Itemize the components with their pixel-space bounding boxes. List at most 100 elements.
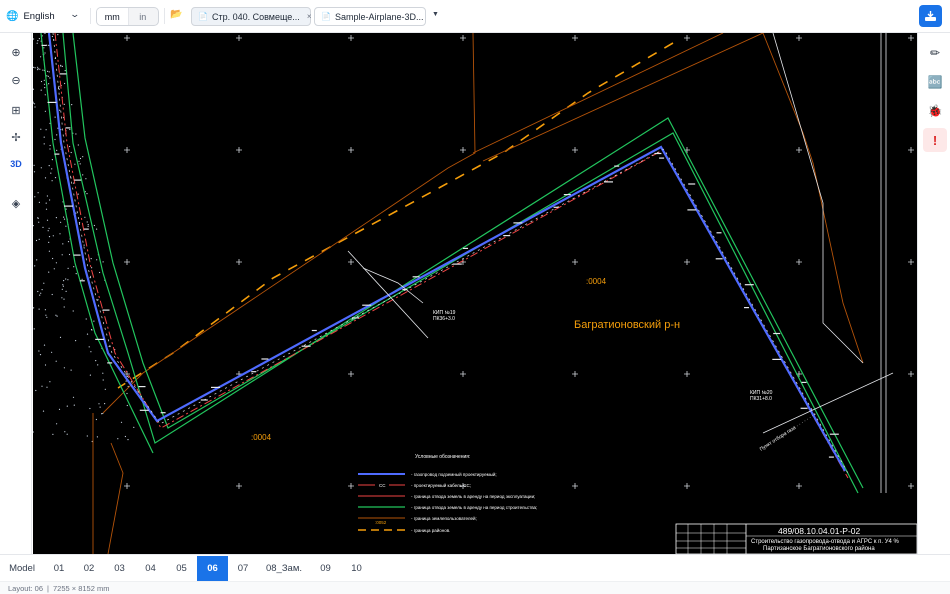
drawing-canvas[interactable]: КИП №19 ПК36+3.0 КИП №20 ПК31+8.0 :0004 … [33,33,917,554]
unit-mm-button[interactable]: mm [97,8,128,25]
text-abc-icon[interactable]: 🔤 [923,70,947,94]
layout-tab-2[interactable]: 02 [74,556,104,581]
debug-bug-icon[interactable]: 🐞 [923,99,947,123]
hatch-dot [55,217,57,219]
layout-tab-0[interactable]: Model [0,556,44,581]
grid-cross [908,147,914,153]
hatch-dot [90,351,92,353]
unit-toggle[interactable]: mm in [96,7,159,26]
layout-tab-3[interactable]: 03 [104,556,135,581]
hatch-dot [71,104,73,106]
stamp-code: 489/08.10.04.01-Р-02 [778,526,861,536]
parcel-label: :0004 [586,277,607,286]
hatch-dot [43,79,45,81]
hatch-dot [59,336,62,338]
station-tick [773,332,781,335]
grid-cross [348,483,354,489]
layout-tab-10[interactable]: 10 [341,556,372,581]
hatch-dot [54,177,57,179]
layout-tab-8[interactable]: 08_Зам. [258,556,310,581]
annotate-pencil-icon[interactable]: ✏ [923,41,947,65]
hatch-dot [62,285,64,287]
hatch-dot [38,38,40,40]
hatch-dot [87,224,89,226]
hatch-dot [45,314,47,316]
3d-view-button[interactable]: 3D [4,153,28,175]
layers-icon[interactable]: ◈ [4,192,28,214]
hatch-dot [68,253,71,256]
hatch-dot [34,196,36,198]
grid-cross [124,35,130,41]
layout-tab-5[interactable]: 05 [166,556,197,581]
unit-in-button[interactable]: in [128,8,159,25]
legend-item: - граница отвода земель в аренду на пери… [411,494,535,499]
pan-icon[interactable]: ✢ [4,126,28,148]
hatch-dot [41,289,43,291]
hatch-dot [84,216,86,218]
hatch-dot [82,156,84,158]
hatch-dot [78,160,80,162]
hatch-dot [88,346,90,348]
station-tick [160,412,166,414]
hatch-dot [86,193,88,195]
hatch-dot [41,385,43,387]
hatch-dot [61,65,63,67]
legend-item: - граница отвода земель в аренду на пери… [411,505,537,510]
hatch-dot [56,134,58,136]
tabs-dropdown-icon[interactable]: ▼ [432,11,439,18]
grid-cross [348,259,354,265]
hatch-dot [43,33,45,34]
hatch-dot [45,202,47,204]
hatch-dot [63,298,65,300]
hatch-dot [91,267,93,269]
hatch-dot [61,288,63,290]
layout-tab-6[interactable]: 06 [197,556,228,581]
station-tick [138,386,146,388]
hatch-dot [36,259,38,261]
pk-label: ПК36+3.0 [433,316,455,322]
hatch-dot [59,109,61,111]
zoom-extents-icon[interactable]: ⊞ [4,99,28,121]
hatch-dot [40,80,43,83]
pipeline-annotations [52,33,850,476]
station-tick [688,183,696,185]
folder-icon[interactable]: 📂 [170,9,182,20]
grid-cross [460,35,466,41]
hatch-dot [63,218,66,220]
layout-tab-4[interactable]: 04 [135,556,166,581]
hatch-dot [38,201,40,203]
title-block: 489/08.10.04.01-Р-02 Строительство газоп… [675,523,917,554]
language-select[interactable]: 🌐 English ⌄ [6,8,86,24]
station-tick [614,165,620,167]
grid-cross [236,259,242,265]
hatch-dot [85,318,87,320]
zoom-out-icon[interactable]: ⊖ [4,69,28,91]
file-tab-active[interactable]: 📄 Стр. 040. Совмеще... × [191,7,311,26]
grid-cross [908,483,914,489]
layout-tab-9[interactable]: 09 [310,556,341,581]
hatch-dot [86,333,89,335]
export-button[interactable] [919,5,942,27]
hatch-dot [127,439,129,441]
grid-cross [908,35,914,41]
station-tick [513,222,523,224]
file-tab-label: Sample-Airplane-3D... [334,11,424,22]
warning-icon[interactable]: ! [923,128,947,152]
close-tab-icon[interactable]: × [307,12,312,21]
hatch-dot [52,235,54,237]
layout-tab-7[interactable]: 07 [228,556,258,581]
zoom-in-icon[interactable]: ⊕ [4,41,28,63]
layout-tab-1[interactable]: 01 [44,556,74,581]
hatch-dot [56,423,58,425]
station-tick [800,407,808,409]
hatch-dot [90,328,93,331]
hatch-dot [55,314,57,316]
hatch-dot [81,278,83,280]
file-tab[interactable]: 📄 Sample-Airplane-3D... [314,7,426,26]
hatch-dot [65,290,67,292]
hatch-dot [40,167,42,169]
hatch-dot [54,138,56,141]
hatch-dot [63,280,65,282]
hatch-dot [62,284,64,286]
legend-item: - газопровод подземный проектируемый; [411,471,497,477]
